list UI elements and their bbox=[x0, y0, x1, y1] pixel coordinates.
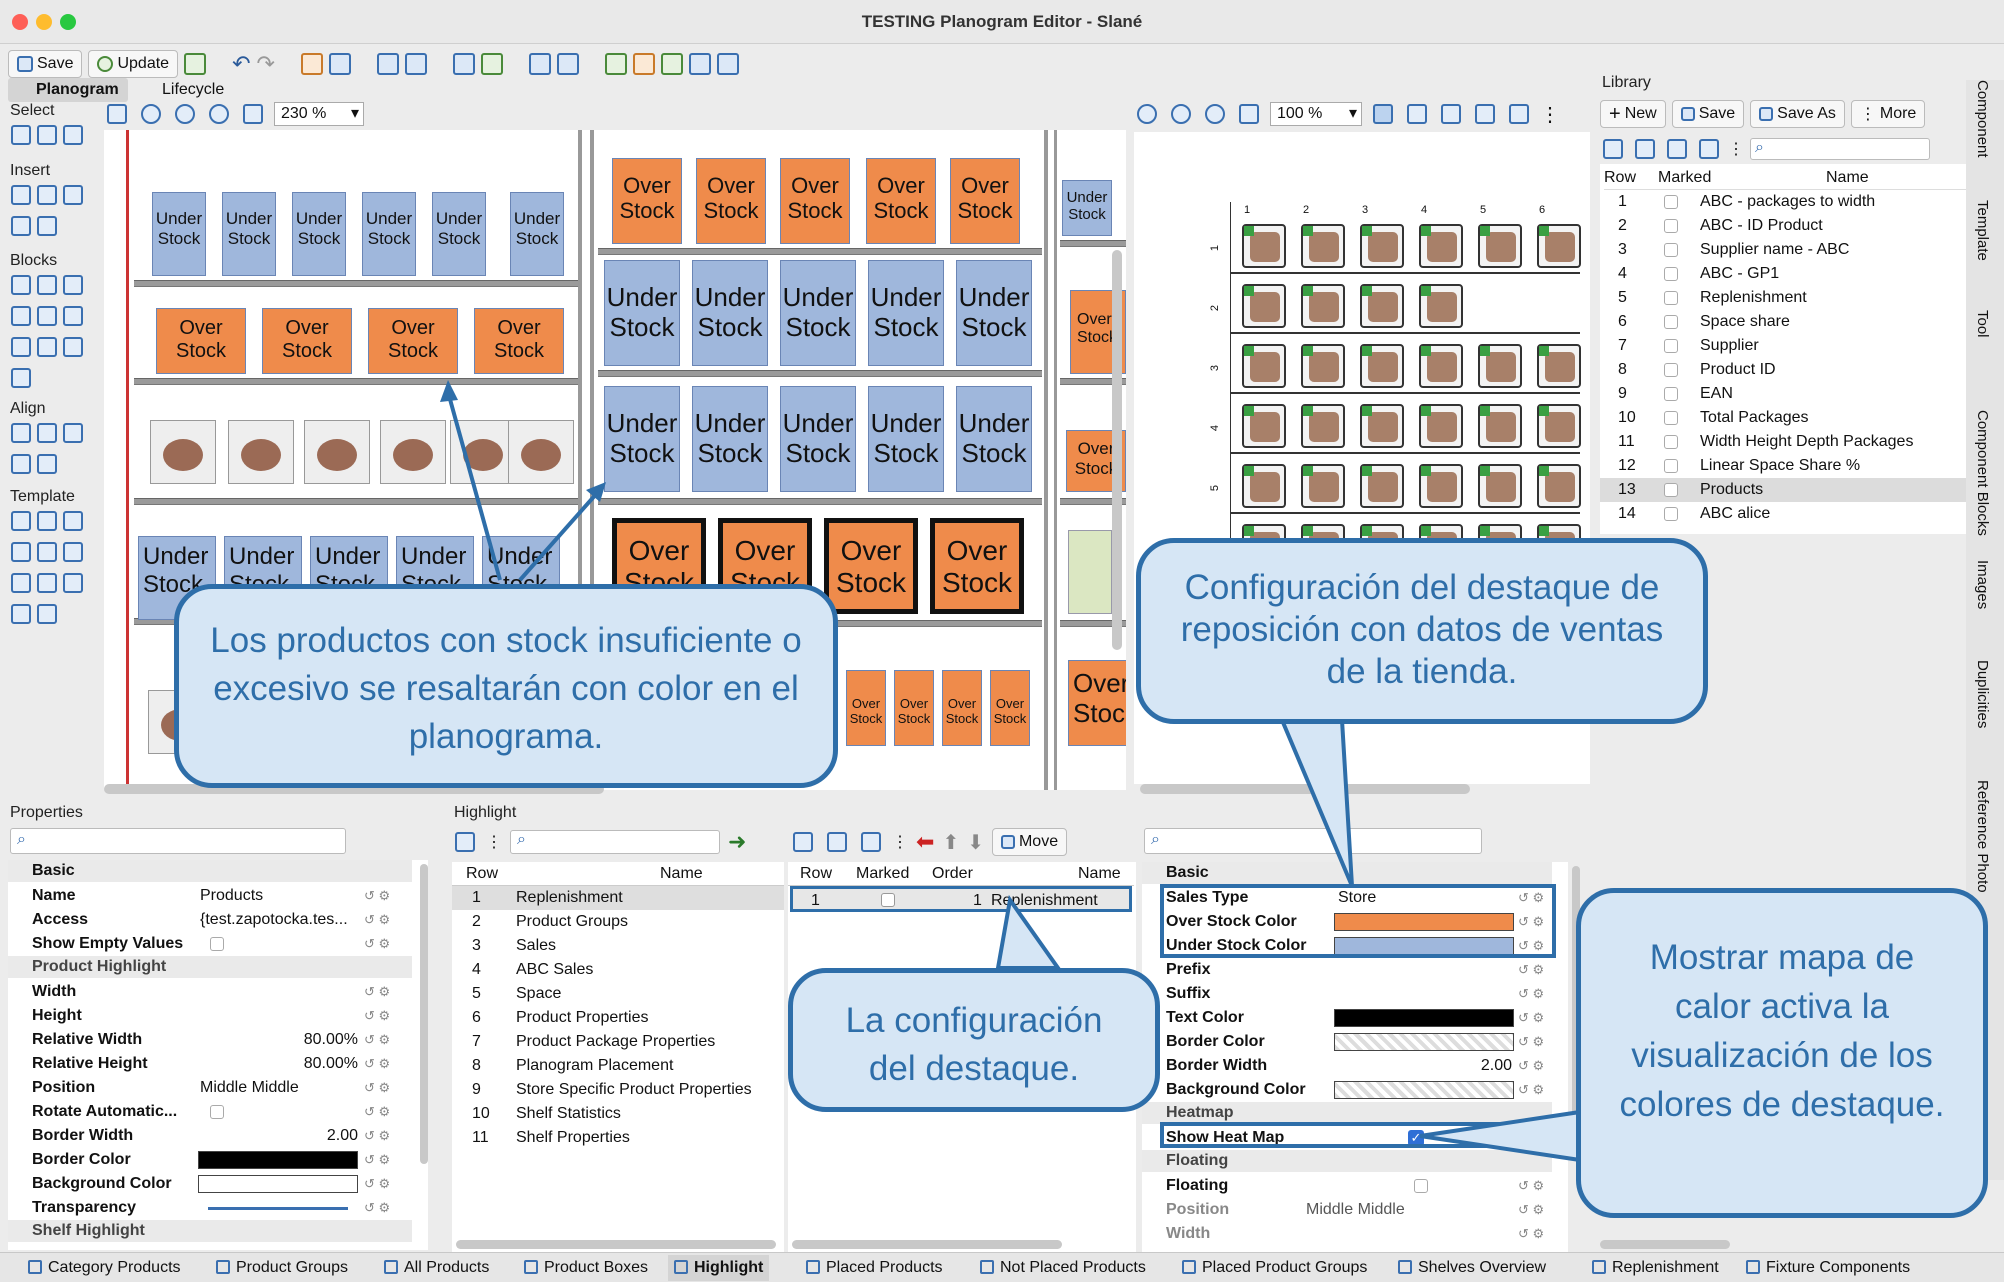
callout-text: Configuración del destaque de reposición… bbox=[1180, 568, 1664, 691]
callout-heat-map: Mostrar mapa de calor activa la visualiz… bbox=[1576, 888, 1988, 1218]
callout-text: Los productos con stock insuficiente o e… bbox=[210, 621, 802, 756]
arrow-head bbox=[586, 482, 606, 502]
callout-highlight-config: La configuración del destaque. bbox=[788, 968, 1160, 1112]
callout-text: La configuración del destaque. bbox=[845, 1001, 1103, 1088]
callout-replenishment-config: Configuración del destaque de reposición… bbox=[1136, 538, 1708, 724]
callout-text: Mostrar mapa de calor activa la visualiz… bbox=[1619, 938, 1945, 1124]
callout-tail bbox=[995, 894, 1062, 970]
callout-tail bbox=[1278, 718, 1354, 887]
arrow-line bbox=[518, 490, 600, 582]
highlight-box bbox=[1160, 884, 1556, 958]
arrow-line bbox=[446, 391, 502, 581]
callout-tail bbox=[1419, 1109, 1582, 1163]
arrow-head bbox=[440, 380, 458, 402]
callout-stock-highlight: Los productos con stock insuficiente o e… bbox=[174, 584, 838, 788]
app-window: TESTING Planogram Editor - Slané Save Up… bbox=[0, 0, 2004, 1282]
